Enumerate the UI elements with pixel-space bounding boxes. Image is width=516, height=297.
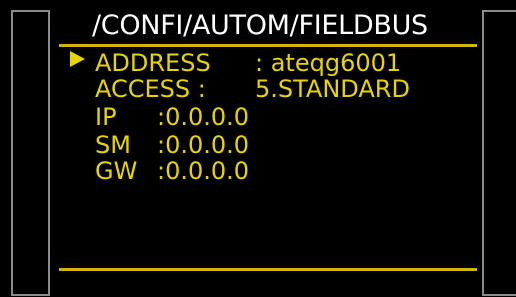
- menu-item-value: : ateqg6001: [255, 49, 402, 77]
- right-softkey[interactable]: [482, 10, 516, 296]
- menu-item-ip[interactable]: IP :0.0.0.0: [95, 104, 475, 130]
- menu-item-label: SM: [95, 131, 131, 159]
- menu-item-value: 5.STANDARD: [255, 75, 410, 103]
- menu-item-label: IP: [95, 103, 117, 131]
- menu-item-address[interactable]: ADDRESS : ateqg6001: [95, 50, 475, 76]
- menu-item-gw[interactable]: GW :0.0.0.0: [95, 158, 475, 184]
- menu-item-label: ACCESS :: [95, 75, 206, 103]
- menu-path-title: /CONFI/AUTOM/FIELDBUS: [92, 10, 428, 41]
- device-screen: /CONFI/AUTOM/FIELDBUS ADDRESS : ateqg600…: [0, 0, 516, 297]
- menu-item-label: ADDRESS: [95, 49, 211, 77]
- menu-item-label: GW: [95, 157, 138, 185]
- menu-item-sm[interactable]: SM :0.0.0.0: [95, 132, 475, 158]
- menu-item-value: :0.0.0.0: [157, 103, 250, 131]
- selection-cursor-icon: [70, 51, 85, 67]
- footer-divider: [59, 268, 477, 271]
- menu-item-value: :0.0.0.0: [157, 131, 250, 159]
- menu-item-value: :0.0.0.0: [157, 157, 250, 185]
- title-divider: [59, 44, 477, 47]
- menu-item-access[interactable]: ACCESS : 5.STANDARD: [95, 76, 475, 102]
- left-softkey[interactable]: [11, 10, 50, 296]
